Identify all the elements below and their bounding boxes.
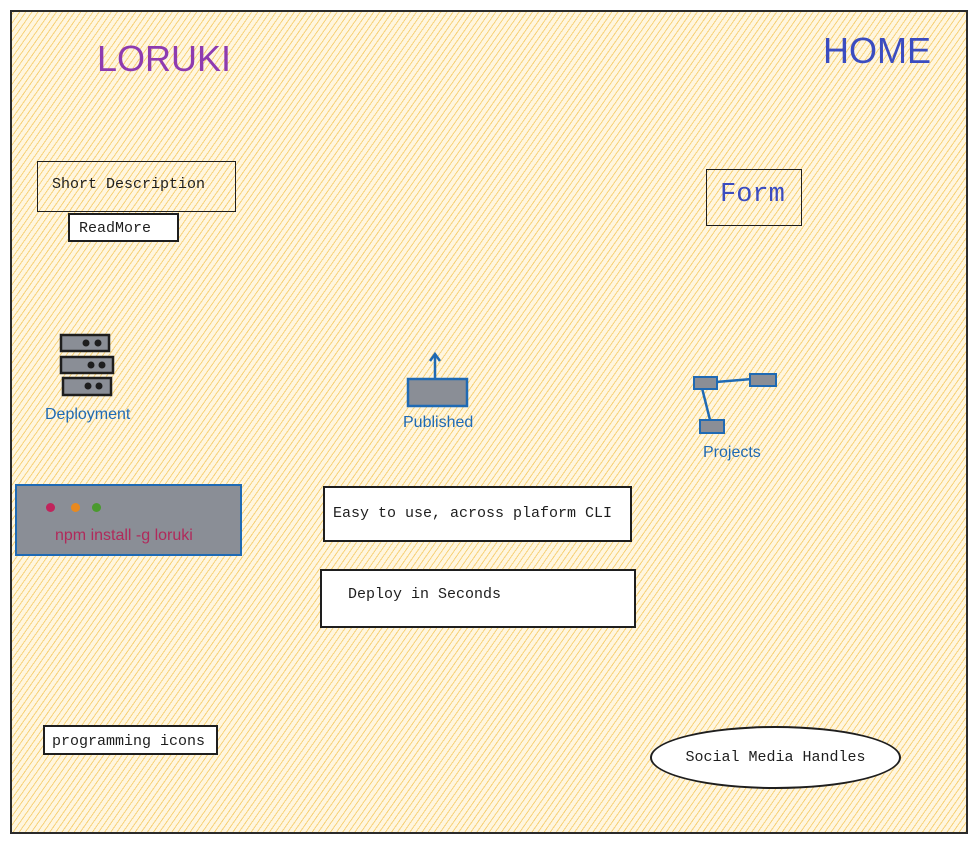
form-box[interactable]: Form	[706, 169, 802, 226]
published-label: Published	[403, 414, 474, 431]
short-description-box: Short Description	[37, 161, 236, 212]
server-stack-icon	[59, 333, 115, 397]
terminal-command: npm install -g loruki	[55, 527, 193, 544]
terminal-dot-green	[92, 503, 101, 512]
deployment-feature: Deployment	[40, 333, 140, 428]
social-media-handles[interactable]: Social Media Handles	[650, 726, 901, 789]
nav-home-link[interactable]: HOME	[823, 30, 931, 72]
network-icon	[693, 373, 777, 434]
terminal-dot-orange	[71, 503, 80, 512]
terminal-dot-red	[46, 503, 55, 512]
highlight-easy-to-use: Easy to use, across plaform CLI	[323, 486, 632, 542]
highlight-deploy-seconds: Deploy in Seconds	[320, 569, 636, 628]
programming-icons-box: programming icons	[43, 725, 218, 755]
projects-feature: Projects	[690, 370, 790, 465]
logo[interactable]: LORUKI	[97, 38, 231, 80]
wireframe-canvas	[10, 10, 968, 834]
deployment-label: Deployment	[45, 406, 131, 423]
published-feature: Published	[395, 350, 485, 435]
projects-label: Projects	[703, 444, 761, 461]
upload-icon	[406, 351, 469, 408]
terminal-window: npm install -g loruki	[15, 484, 242, 556]
readmore-button[interactable]: ReadMore	[68, 213, 179, 242]
